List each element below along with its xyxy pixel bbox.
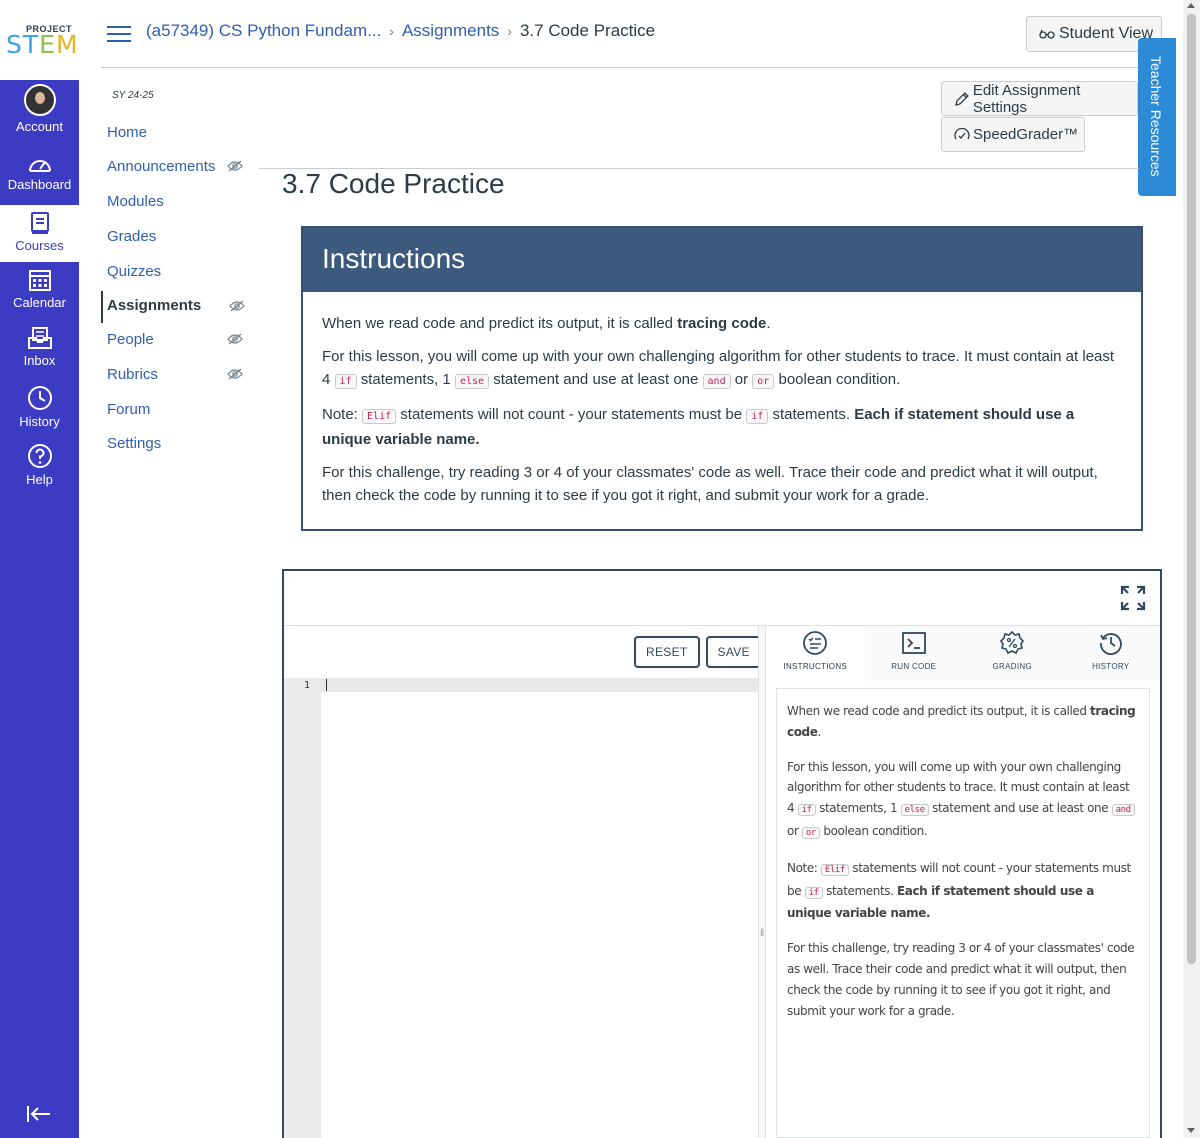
side-instructions-panel: When we read code and predict its output… [776, 688, 1150, 1138]
side-panel-tabs: INSTRUCTIONS RUN CODE GRADING HISTORY [766, 626, 1160, 681]
instructions-icon [803, 631, 828, 655]
side-instructions-paragraph: For this lesson, you will come up with y… [787, 757, 1139, 844]
breadcrumb: (a57349) CS Python Fundam... › Assignmen… [146, 21, 655, 41]
tab-history-label: HISTORY [1092, 662, 1130, 671]
course-nav-settings[interactable]: Settings [101, 430, 251, 458]
fullscreen-icon[interactable] [1120, 585, 1146, 611]
page-header: (a57349) CS Python Fundam... › Assignmen… [101, 0, 1162, 68]
hidden-eye-icon [227, 160, 243, 172]
nav-calendar[interactable]: Calendar [0, 268, 79, 318]
hidden-eye-icon [227, 368, 243, 380]
instructions-paragraph: When we read code and predict its output… [322, 315, 771, 332]
project-stem-logo[interactable]: PROJECT STEM [0, 0, 79, 80]
line-gutter: 1 [284, 678, 321, 1138]
chevron-right-icon: › [507, 23, 512, 39]
course-nav-quizzes[interactable]: Quizzes [101, 258, 251, 286]
inbox-icon [27, 327, 52, 349]
course-nav-people[interactable]: People [101, 326, 251, 354]
nav-history[interactable]: History [0, 385, 79, 435]
page-title: 3.7 Code Practice [282, 168, 505, 199]
scroll-up-icon[interactable] [1187, 3, 1195, 8]
nav-courses-label: Courses [15, 238, 64, 253]
tab-instructions-label: INSTRUCTIONS [783, 662, 848, 671]
global-nav: PROJECT STEM Account Dashboard Courses C… [0, 0, 79, 1138]
speedgrader-icon [954, 127, 970, 139]
speedgrader-label: SpeedGrader™ [973, 126, 1079, 143]
avatar [23, 84, 56, 116]
tab-run-code[interactable]: RUN CODE [864, 626, 963, 681]
scroll-down-icon[interactable] [1187, 1128, 1195, 1133]
grading-icon [1000, 630, 1025, 655]
side-instructions-paragraph: For this challenge, try reading 3 or 4 o… [787, 941, 1135, 1018]
hidden-eye-icon [229, 300, 245, 312]
tab-run-code-label: RUN CODE [891, 662, 937, 671]
tab-grading[interactable]: GRADING [963, 626, 1062, 681]
tab-grading-label: GRADING [992, 662, 1032, 671]
speedgrader-button[interactable]: SpeedGrader™ [941, 117, 1085, 152]
scrollbar-thumb[interactable] [1187, 14, 1196, 964]
instructions-paragraph: For this lesson, you will come up with y… [322, 348, 1115, 389]
instructions-body: When we read code and predict its output… [303, 292, 1141, 507]
nav-help-label: Help [26, 472, 53, 487]
reset-button[interactable]: RESET [634, 636, 700, 668]
tab-instructions[interactable]: INSTRUCTIONS [766, 626, 865, 681]
history-icon [1099, 633, 1122, 655]
nav-dashboard[interactable]: Dashboard [0, 154, 79, 204]
collapse-nav-icon[interactable] [26, 1104, 52, 1124]
line-number: 1 [303, 680, 310, 691]
nav-dashboard-label: Dashboard [7, 177, 72, 192]
course-nav-grades[interactable]: Grades [101, 223, 251, 251]
nav-account-label: Account [16, 119, 63, 134]
editor-toolbar [284, 571, 1160, 626]
dashboard-icon [28, 160, 51, 172]
chevron-right-icon: › [389, 23, 394, 39]
breadcrumb-current: 3.7 Code Practice [519, 21, 656, 40]
nav-inbox[interactable]: Inbox [0, 326, 79, 376]
courses-icon [30, 212, 49, 234]
edit-assignment-settings-label: Edit Assignment Settings [972, 81, 1081, 116]
instructions-box: Instructions When we read code and predi… [301, 226, 1143, 531]
nav-calendar-label: Calendar [13, 295, 66, 310]
course-nav-rubrics[interactable]: Rubrics [101, 361, 251, 389]
course-nav-modules[interactable]: Modules [101, 188, 251, 216]
grip-icon: ‖ [760, 928, 765, 939]
edit-assignment-settings-button[interactable]: Edit Assignment Settings [941, 81, 1138, 116]
calendar-icon [28, 270, 51, 291]
tab-history[interactable]: HISTORY [1061, 626, 1160, 681]
terminal-icon [901, 632, 926, 654]
history-icon [27, 386, 52, 410]
course-nav-home[interactable]: Home [101, 119, 251, 147]
instructions-paragraph: For this challenge, try reading 3 or 4 o… [322, 464, 1098, 504]
side-instructions-paragraph: When we read code and predict its output… [787, 704, 1136, 739]
side-instructions-paragraph: Note: Elif statements will not count - y… [787, 860, 1131, 921]
hamburger-menu-icon[interactable] [107, 25, 131, 43]
nav-history-label: History [19, 414, 60, 429]
nav-account[interactable]: Account [0, 84, 79, 142]
split-pane-handle[interactable]: ‖ [758, 626, 766, 1138]
logo-stem-text: STEM [6, 30, 79, 59]
text-cursor [326, 679, 327, 691]
breadcrumb-assignments[interactable]: Assignments [402, 21, 499, 41]
help-icon [27, 444, 52, 468]
term-label: SY 24-25 [112, 90, 154, 101]
page-scrollbar[interactable] [1183, 0, 1200, 1138]
teacher-resources-label: Teacher Resources [1148, 56, 1164, 177]
glasses-icon [1039, 29, 1055, 39]
editor-buttons: RESET SAVE [634, 636, 762, 668]
nav-courses[interactable]: Courses [0, 205, 79, 262]
pencil-icon [955, 91, 969, 106]
code-editor-widget: RESET SAVE 1 ‖ INSTRUCTIONS RUN CODE GRA… [282, 569, 1162, 1138]
instructions-heading: Instructions [303, 228, 1141, 292]
nav-help[interactable]: Help [0, 443, 79, 493]
save-button[interactable]: SAVE [705, 636, 762, 668]
code-input-area[interactable] [321, 678, 758, 692]
course-nav-forum[interactable]: Forum [101, 396, 251, 424]
nav-inbox-label: Inbox [23, 353, 56, 368]
instructions-paragraph: Note: Elif statements will not count - y… [322, 406, 1075, 448]
hidden-eye-icon [227, 333, 243, 345]
course-nav-announcements[interactable]: Announcements [101, 153, 251, 181]
teacher-resources-tab[interactable]: Teacher Resources [1138, 38, 1176, 196]
course-nav-assignments[interactable]: Assignments [101, 291, 251, 323]
breadcrumb-course[interactable]: (a57349) CS Python Fundam... [146, 21, 381, 41]
